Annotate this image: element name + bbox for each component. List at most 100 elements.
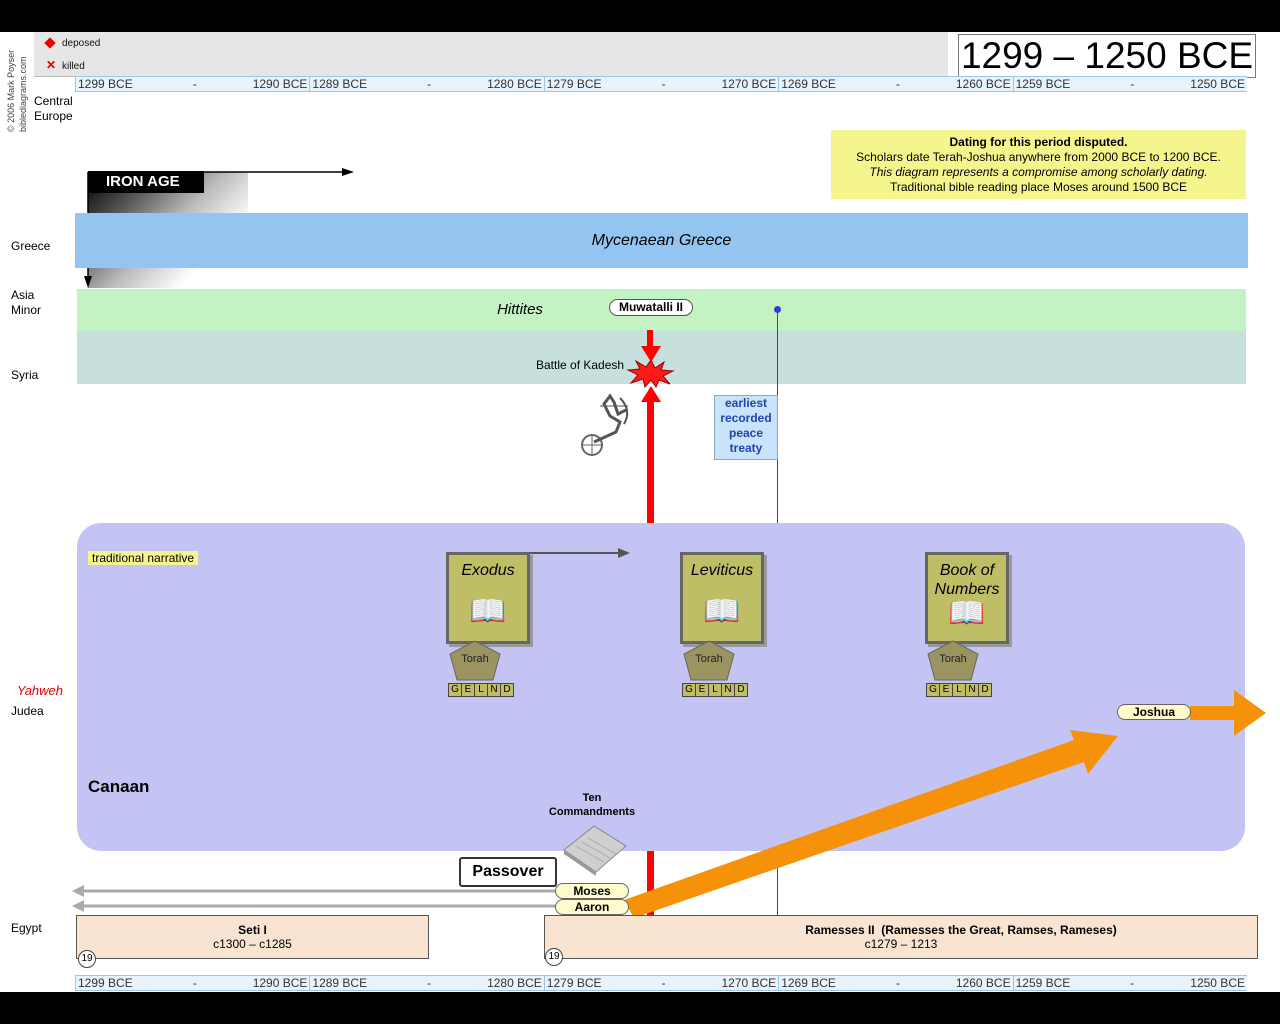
dynasty-badge: 19 [545, 948, 563, 966]
credit-site: biblediagrams.com [18, 56, 28, 132]
timeline-dash: - [661, 77, 666, 91]
timeline-segment: 1289 BCE - 1280 BCE [309, 77, 543, 91]
book-leviticus: Leviticus 📖 [680, 552, 764, 644]
band-hittites-label: Hittites [497, 301, 543, 318]
open-book-icon: 📖 [703, 595, 741, 628]
cross-icon: ✕ [46, 58, 57, 72]
legend-deposed: deposed [44, 37, 100, 50]
timeline-segment: 1299 BCE - 1290 BCE [75, 976, 309, 990]
timeline-dash: - [192, 77, 197, 91]
ruler-name: Ramesses II (Ramesses the Great, Ramses,… [805, 923, 1117, 937]
treaty-label: earliest recorded peace treaty [714, 395, 778, 460]
timeline-start-label: 1289 BCE [312, 976, 368, 990]
book-exodus: Exodus 📖 [446, 552, 530, 644]
timeline-end-label: 1290 BCE [252, 976, 308, 990]
book-title: Leviticus [690, 562, 754, 579]
treaty-dot [774, 306, 781, 313]
person-joshua: Joshua [1117, 704, 1191, 720]
timeline-dash: - [1130, 77, 1135, 91]
timeline-segment: 1269 BCE - 1260 BCE [778, 976, 1012, 990]
timeline-start-label: 1289 BCE [312, 77, 368, 91]
person-aaron: Aaron [555, 899, 629, 915]
timeline-segment: 1269 BCE - 1260 BCE [778, 77, 1012, 91]
torah-badge: Torah [682, 640, 736, 682]
timeline-dash: - [1130, 976, 1135, 990]
timeline-dash: - [427, 77, 432, 91]
exodus-arrow [530, 548, 630, 558]
battle-label: Battle of Kadesh [536, 358, 625, 372]
timeline-start-label: 1299 BCE [78, 976, 133, 990]
diamond-icon [44, 37, 56, 50]
timeline-end-label: 1290 BCE [252, 77, 308, 91]
timeline-start-label: 1269 BCE [781, 77, 836, 91]
canaan-label: Canaan [88, 777, 150, 796]
dating-note: Dating for this period disputed. Scholar… [831, 130, 1246, 199]
timeline-end-label: 1260 BCE [955, 976, 1011, 990]
note-line: Traditional bible reading place Moses ar… [889, 180, 1188, 194]
ruler-name: Seti I [238, 923, 267, 937]
note-line: Scholars date Terah-Joshua anywhere from… [856, 150, 1221, 164]
timeline-bottom: 1299 BCE -1290 BCE 1289 BCE -1280 BCE 1279 B… [75, 975, 1247, 991]
page-title: 1299 – 1250 BCE [958, 34, 1256, 78]
timeline-start-label: 1299 BCE [78, 77, 133, 91]
region-yahweh: Yahweh [17, 683, 64, 698]
band-mycenaean-greece: Mycenaean Greece [75, 213, 1248, 268]
open-book-icon: 📖 [469, 595, 507, 628]
timeline-end-label: 1250 BCE [1190, 976, 1245, 990]
timeline-segment: 1259 BCE - 1250 BCE [1012, 77, 1247, 91]
region-judea: Judea [11, 704, 44, 718]
credit: © 2006 Mark Poyser biblediagrams.com [4, 36, 32, 132]
region-asia-minor: Asia Minor [11, 288, 42, 317]
timeline-segment: 1289 BCE - 1280 BCE [309, 976, 543, 990]
open-book-icon: 📖 [948, 597, 986, 630]
region-greece: Greece [11, 239, 51, 253]
book-title: Book of Numbers [934, 562, 1000, 598]
timeline-dash: - [895, 976, 900, 990]
region-egypt: Egypt [11, 921, 42, 935]
stone-tablets-icon [563, 825, 627, 876]
timeline-dash: - [192, 976, 197, 990]
region-central-europe: Central Europe [34, 94, 73, 123]
ruler-seti-i: Seti I c1300 – c1285 [76, 915, 429, 959]
ruler-dates: c1300 – c1285 [213, 937, 292, 951]
book-title: Exodus [461, 562, 515, 579]
timeline-dash: - [895, 77, 900, 91]
traditional-narrative-tag: traditional narrative [88, 551, 199, 565]
legend: deposed ✕ killed [34, 32, 948, 77]
timeline-segment: 1299 BCE - 1290 BCE [75, 77, 309, 91]
timeline-end-label: 1280 BCE [487, 976, 542, 990]
dynasty-badge: 19 [78, 950, 96, 968]
timeline-segment: 1279 BCE - 1270 BCE [543, 976, 778, 990]
ten-commandments-label: Ten Commandments [548, 792, 636, 818]
ruler-muwatalli: Muwatalli II [609, 299, 693, 316]
timeline-end-label: 1270 BCE [721, 77, 777, 91]
diagram-page: © 2006 Mark Poyser biblediagrams.com dep… [0, 32, 1280, 992]
gelnd-sources: GELND [448, 683, 514, 697]
timeline-start-label: 1259 BCE [1015, 976, 1071, 990]
timeline-start-label: 1269 BCE [781, 976, 836, 990]
timeline-end-label: 1270 BCE [721, 976, 777, 990]
timeline-start-label: 1279 BCE [546, 976, 602, 990]
region-syria: Syria [11, 368, 39, 382]
ruler-dates: c1279 – 1213 [864, 937, 938, 951]
book-numbers: Book of Numbers 📖 [925, 552, 1009, 644]
moses-aaron-arrows [72, 885, 558, 912]
torah-badge: Torah [926, 640, 980, 682]
chariot-archer-icon [581, 393, 629, 456]
timeline-end-label: 1280 BCE [487, 77, 542, 91]
torah-badge: Torah [448, 640, 502, 682]
ruler-ramesses-ii: Ramesses II (Ramesses the Great, Ramses,… [544, 915, 1258, 959]
timeline-segment: 1279 BCE - 1270 BCE [543, 77, 778, 91]
note-heading: Dating for this period disputed. [949, 135, 1128, 149]
person-moses: Moses [555, 883, 629, 899]
timeline-top: 1299 BCE -1290 BCE 1289 BCE -1280 BCE 1279 B… [75, 76, 1247, 92]
legend-killed: ✕ killed [46, 58, 85, 72]
timeline-end-label: 1260 BCE [955, 77, 1011, 91]
timeline-segment: 1259 BCE - 1250 BCE [1012, 976, 1247, 990]
note-line: This diagram represents a compromise amo… [869, 165, 1208, 179]
band-greece-label: Mycenaean Greece [591, 232, 732, 249]
timeline-dash: - [427, 976, 432, 990]
credit-author: © 2006 Mark Poyser [6, 49, 16, 132]
timeline-dash: - [661, 976, 666, 990]
timeline-start-label: 1279 BCE [546, 77, 602, 91]
